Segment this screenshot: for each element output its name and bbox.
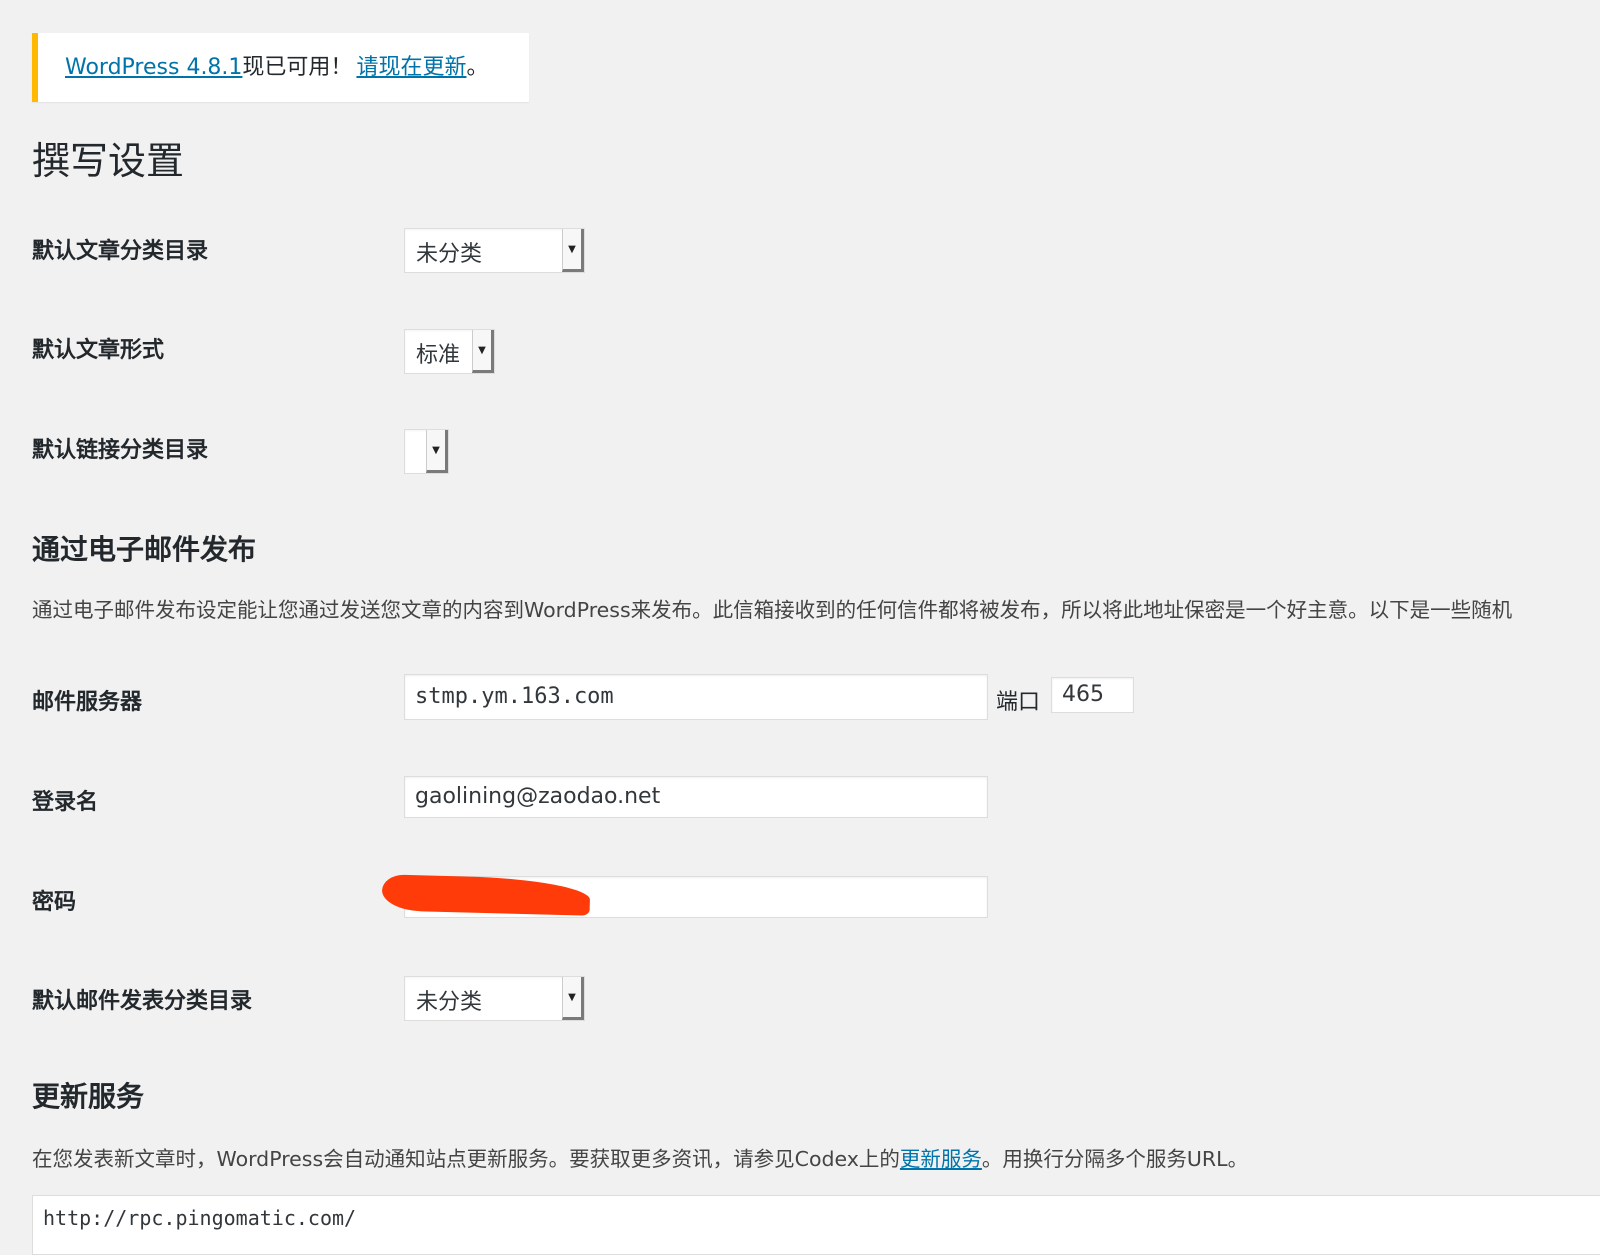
port-label: 端口 [996, 690, 1041, 715]
update-services-link[interactable]: 更新服务 [900, 1147, 982, 1171]
default-mail-category-label: 默认邮件发表分类目录 [32, 989, 253, 1014]
chevron-down-icon: ▼ [562, 229, 584, 272]
default-format-label: 默认文章形式 [32, 338, 165, 363]
wordpress-version-link[interactable]: WordPress 4.8.1 [65, 55, 242, 80]
email-post-section-title: 通过电子邮件发布 [32, 533, 257, 566]
notice-period: 。 [466, 55, 489, 80]
chevron-down-icon: ▼ [426, 430, 448, 473]
default-mail-category-value: 未分类 [416, 990, 483, 1015]
default-category-label: 默认文章分类目录 [32, 239, 209, 264]
page-title: 撰写设置 [32, 139, 185, 183]
update-services-description: 在您发表新文章时，WordPress会自动通知站点更新服务。要获取更多资讯，请参… [32, 1142, 1248, 1172]
update-services-desc-after: 。用换行分隔多个服务URL。 [981, 1147, 1249, 1171]
chevron-down-icon: ▼ [562, 977, 584, 1020]
update-now-link[interactable]: 请现在更新 [356, 55, 466, 80]
default-category-select[interactable]: 未分类 ▼ [404, 228, 585, 273]
chevron-down-icon: ▼ [472, 330, 494, 373]
notice-text: 现已可用！ [242, 55, 353, 80]
default-category-value: 未分类 [416, 242, 483, 267]
email-post-description: 通过电子邮件发布设定能让您通过发送您文章的内容到WordPress来发布。此信箱… [32, 598, 1513, 622]
port-input[interactable]: 465 [1051, 677, 1134, 713]
default-link-category-select[interactable]: ▼ [404, 429, 449, 474]
default-mail-category-select[interactable]: 未分类 ▼ [404, 976, 585, 1021]
mail-server-label: 邮件服务器 [32, 690, 143, 715]
default-link-category-label: 默认链接分类目录 [32, 438, 209, 463]
password-label: 密码 [32, 890, 77, 915]
login-name-input[interactable]: gaolining@zaodao.net [404, 776, 988, 818]
update-services-section-title: 更新服务 [32, 1080, 145, 1113]
update-notice: WordPress 4.8.1现已可用！ 请现在更新。 [32, 33, 529, 102]
update-services-desc-before: 在您发表新文章时，WordPress会自动通知站点更新服务。要获取更多资讯，请参… [32, 1147, 900, 1171]
default-format-value: 标准 [416, 343, 461, 368]
default-format-select[interactable]: 标准 ▼ [404, 329, 495, 374]
mail-server-input[interactable]: stmp.ym.163.com [404, 674, 988, 720]
ping-sites-textarea[interactable]: http://rpc.pingomatic.com/ [32, 1195, 1600, 1255]
login-name-label: 登录名 [32, 790, 99, 815]
